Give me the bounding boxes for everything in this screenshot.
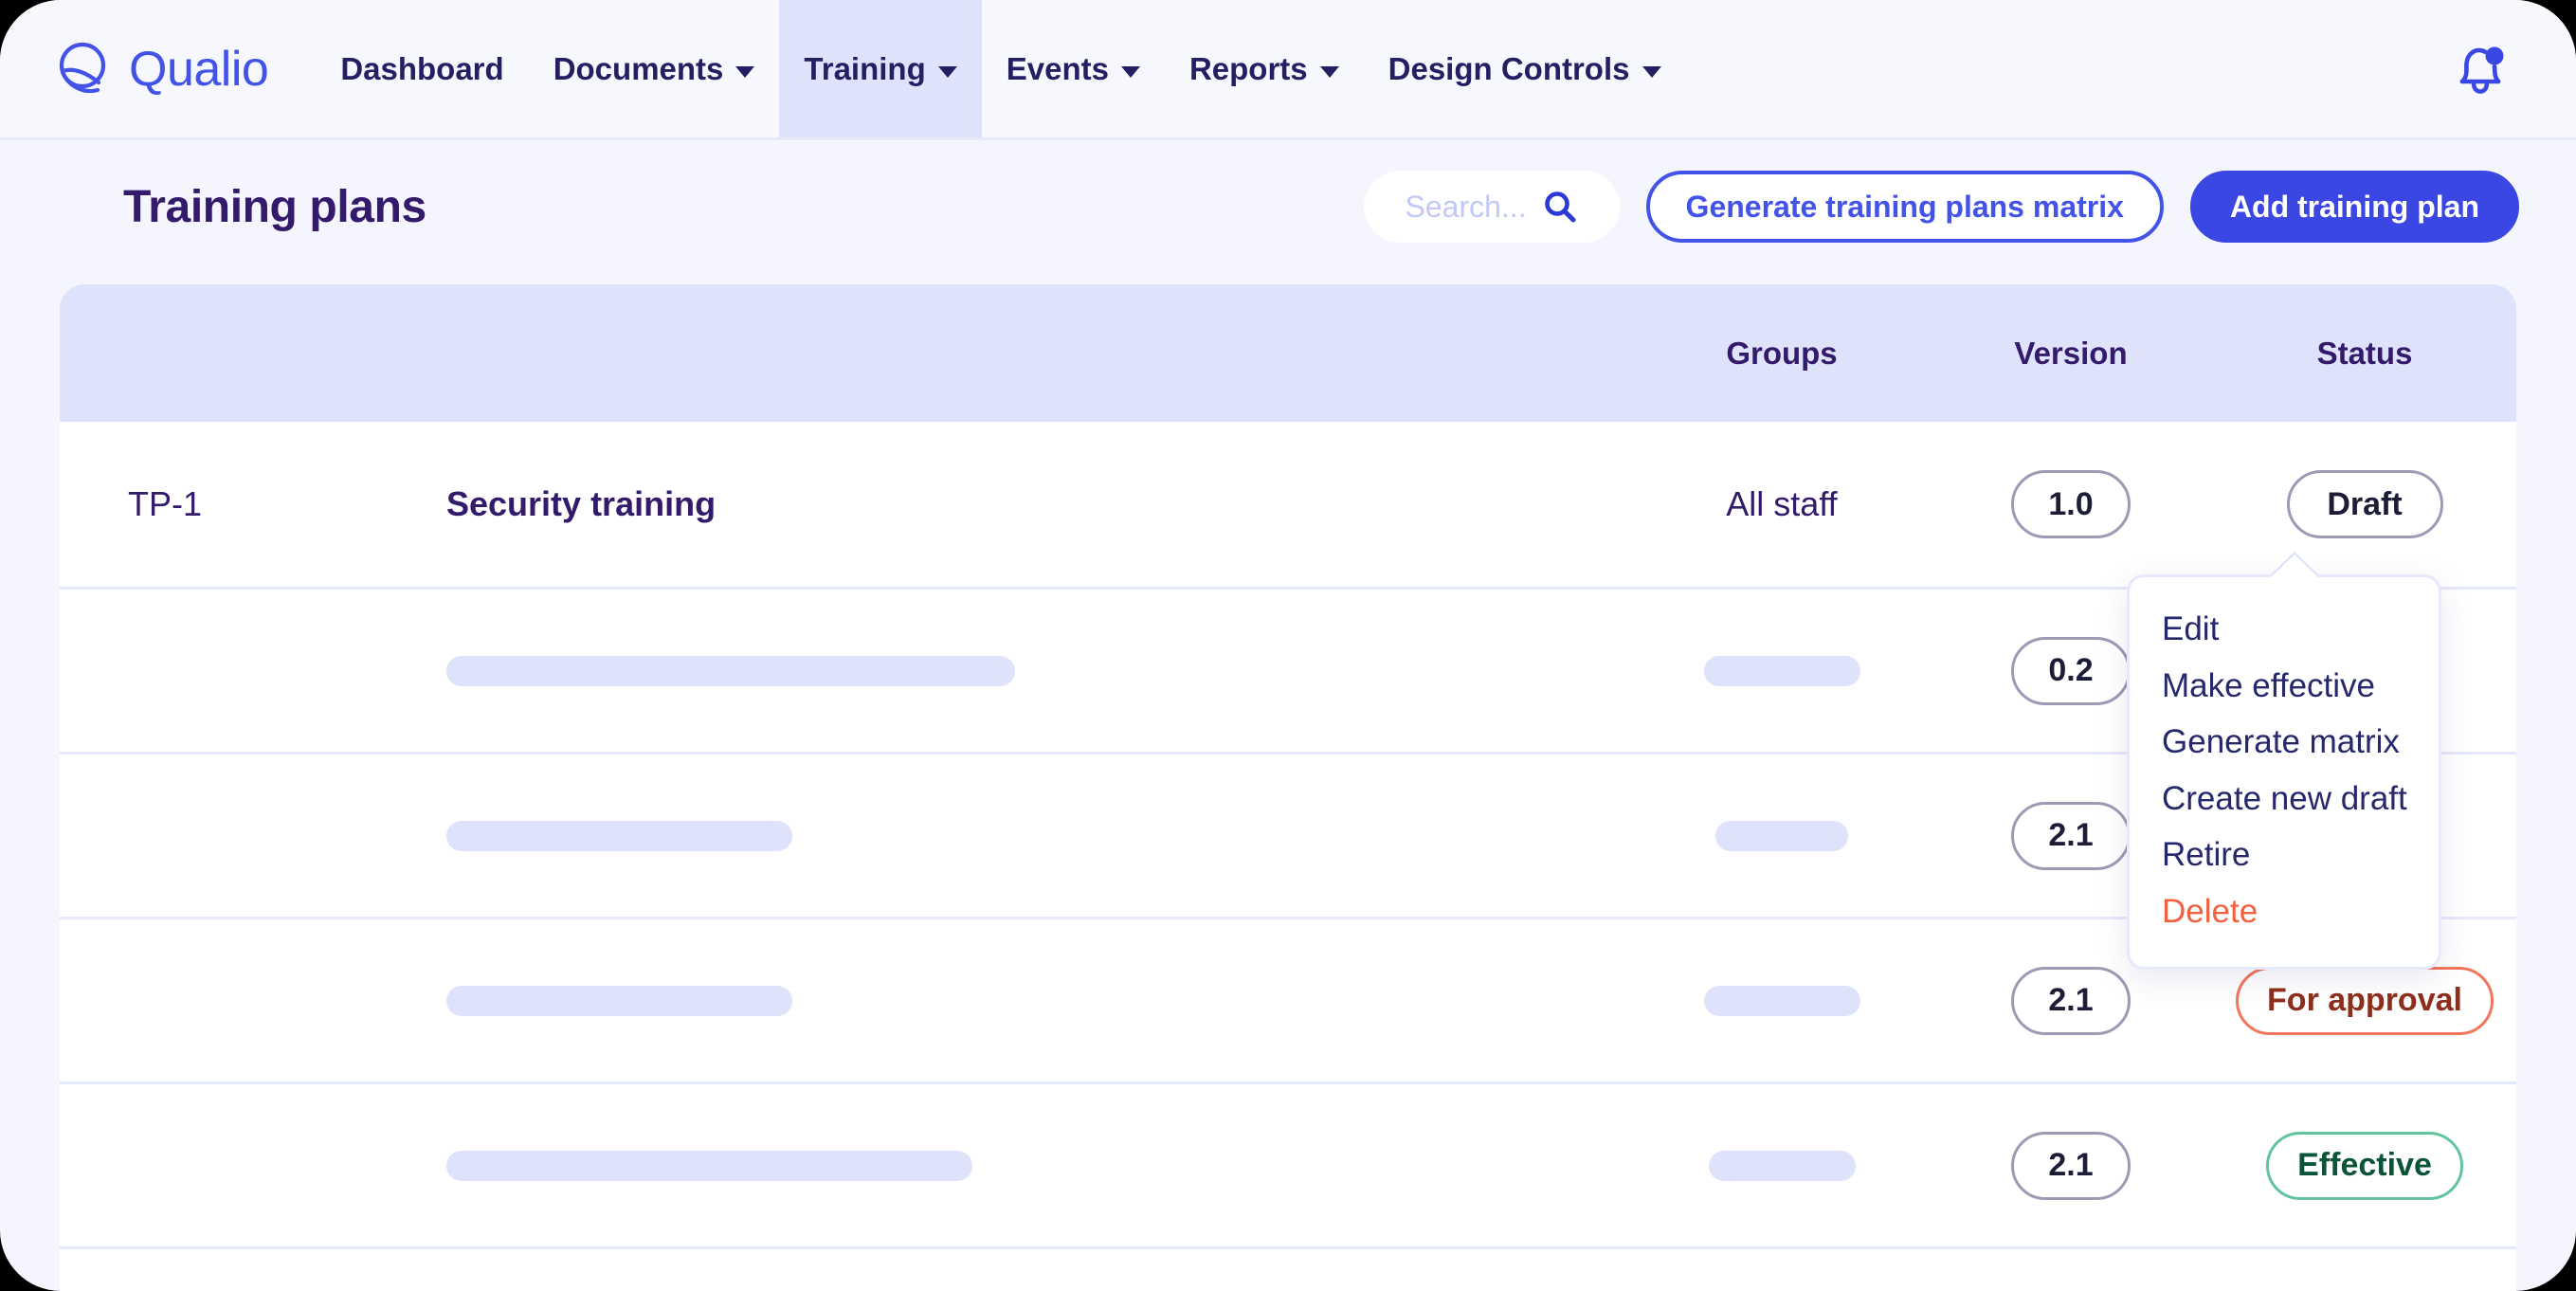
menu-item-create-new-draft[interactable]: Create new draft [2130,772,2439,828]
menu-arrow-icon [2270,555,2319,578]
cell-name: Security training [446,484,717,523]
redacted-placeholder-bar [446,655,1015,686]
version-badge[interactable]: 2.1 [2011,801,2131,870]
redacted-placeholder-bar [446,1150,972,1181]
version-badge[interactable]: 0.2 [2011,636,2131,705]
menu-item-make-effective[interactable]: Make effective [2130,659,2439,716]
status-context-menu: Edit Make effective Generate matrix Crea… [2127,555,2441,971]
cell-groups [1635,820,1929,851]
page-header: Training plans Search... Generate traini… [0,140,2576,273]
status-effective-badge[interactable]: Effective [2266,1131,2463,1200]
nav-item-label: Training [804,50,926,86]
cell-status: Effective [2213,1131,2516,1200]
version-badge[interactable]: 1.0 [2011,470,2131,538]
redacted-placeholder-bar [1703,655,1860,686]
table-row[interactable]: 2.1 Effective [60,1082,2516,1246]
table-row[interactable]: TP-1 Security training All staff 1.0 Dra… [60,422,2516,587]
cell-version: 1.0 [1929,470,2213,538]
top-navigation-bar: Qualio Dashboard Documents Training Even… [0,0,2576,140]
cell-name [387,820,1635,851]
nav-item-label: Events [1006,50,1109,86]
chevron-down-icon [1319,65,1339,78]
redacted-placeholder-bar [128,337,317,369]
cell-version: 2.1 [1929,966,2213,1035]
header-cell-status: Status [2316,335,2413,371]
cell-name [387,655,1635,686]
header-cell-id [60,337,387,369]
cell-status: For approval [2213,966,2516,1035]
menu-item-retire[interactable]: Retire [2130,827,2439,884]
brand-name: Qualio [129,41,269,97]
nav-item-events[interactable]: Events [982,0,1165,137]
cell-status: Draft [2213,470,2516,538]
bell-icon [2459,46,2504,94]
nav-item-label: Design Controls [1388,50,1630,86]
chevron-down-icon [735,65,755,78]
menu-item-edit[interactable]: Edit [2130,602,2439,659]
table-header-row: Groups Version Status [60,284,2516,422]
cell-groups: All staff [1726,484,1838,523]
cell-name [387,1150,1635,1181]
header-cell-version: Version [2014,335,2128,371]
version-badge[interactable]: 2.1 [2011,966,2131,1035]
redacted-placeholder-bar [1708,1150,1856,1181]
redacted-placeholder-bar [1703,985,1860,1016]
nav-item-documents[interactable]: Documents [529,0,780,137]
nav-item-label: Dashboard [340,50,504,86]
nav-item-training[interactable]: Training [779,0,982,137]
chevron-down-icon [937,65,957,78]
cell-version: 2.1 [1929,1131,2213,1200]
redacted-placeholder-bar [446,820,792,851]
search-input[interactable]: Search... [1363,171,1620,243]
menu-item-delete[interactable]: Delete [2130,884,2439,941]
brand-logo[interactable]: Qualio [0,0,306,137]
add-training-plan-button[interactable]: Add training plan [2189,171,2519,243]
redacted-placeholder-bar [1715,820,1848,851]
app-window: Qualio Dashboard Documents Training Even… [0,0,2576,1291]
header-actions: Search... Generate training plans matrix… [1363,171,2519,243]
nav-item-design-controls[interactable]: Design Controls [1364,0,1686,137]
nav-item-reports[interactable]: Reports [1165,0,1364,137]
status-draft-badge[interactable]: Draft [2286,470,2443,538]
cell-id: TP-1 [128,484,203,523]
search-placeholder: Search... [1405,189,1527,224]
nav-item-dashboard[interactable]: Dashboard [316,0,528,137]
chevron-down-icon [1120,65,1140,78]
search-icon [1544,191,1576,223]
chevron-down-icon [1642,65,1661,78]
generate-training-plans-matrix-button[interactable]: Generate training plans matrix [1645,171,2164,243]
nav-item-label: Documents [553,50,724,86]
redacted-placeholder-bar [446,985,792,1016]
status-for-approval-badge[interactable]: For approval [2236,966,2494,1035]
cell-groups [1635,985,1929,1016]
notifications-button[interactable] [2449,0,2576,137]
nav-item-label: Reports [1188,50,1308,86]
version-badge[interactable]: 2.1 [2011,1131,2131,1200]
cell-groups [1635,1150,1929,1181]
menu-item-generate-matrix[interactable]: Generate matrix [2130,715,2439,772]
nav-items: Dashboard Documents Training Events Repo… [316,0,1685,137]
cell-groups [1635,655,1929,686]
qualio-logo-icon [59,42,106,93]
header-cell-groups: Groups [1726,335,1838,371]
cell-name [387,985,1635,1016]
table-row[interactable] [60,1246,2516,1291]
page-title: Training plans [123,181,426,232]
